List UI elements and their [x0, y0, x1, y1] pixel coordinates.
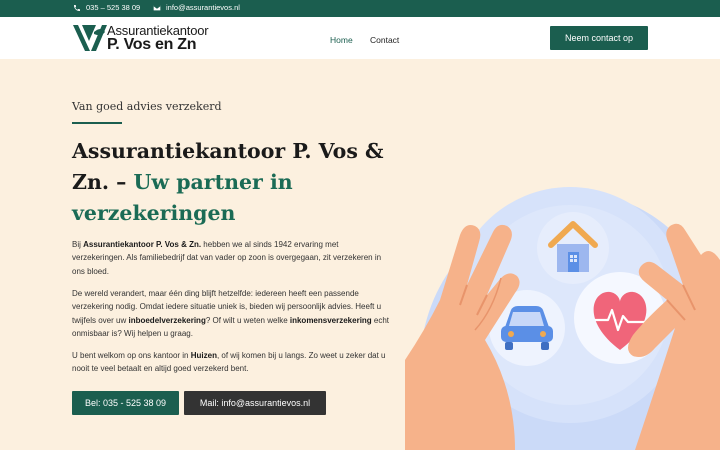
p3-bold-huizen: Huizen: [190, 351, 217, 360]
phone-icon: [74, 4, 80, 11]
hero-headline: Assurantiekantoor P. Vos & Zn. – Uw part…: [72, 136, 392, 229]
mail-icon: [153, 5, 161, 10]
call-button[interactable]: Bel: 035 - 525 38 09: [72, 391, 179, 415]
p2-bold-inkomen: inkomensverzekering: [289, 315, 372, 325]
p2-bold-inboedel: inboedelverzekering: [128, 315, 206, 325]
hands-illustration: [405, 187, 720, 450]
mail-button[interactable]: Mail: info@assurantievos.nl: [184, 391, 326, 415]
top-contact-bar: 035 – 525 38 09 info@assurantievos.nl: [0, 0, 720, 17]
p1-bold-company: Assurantiekantoor P. Vos & Zn.: [83, 240, 202, 249]
visit-paragraph: U bent welkom op ons kantoor in Huizen, …: [72, 349, 392, 376]
logo-line2: P. Vos en Zn: [107, 36, 197, 53]
nav-home[interactable]: Home: [330, 35, 353, 45]
site-header: Assurantiekantoor P. Vos en Zn Home Cont…: [0, 17, 720, 59]
logo[interactable]: Assurantiekantoor P. Vos en Zn: [72, 22, 222, 54]
nav-contact[interactable]: Contact: [370, 35, 399, 45]
contact-cta-button[interactable]: Neem contact op: [550, 26, 648, 50]
logo-mark-icon: [73, 25, 107, 51]
house-icon: [537, 212, 609, 284]
topbar-phone[interactable]: 035 – 525 38 09: [73, 3, 140, 12]
p3-text-a: U bent welkom op ons kantoor in: [72, 351, 191, 360]
topbar-email[interactable]: info@assurantievos.nl: [153, 3, 240, 12]
tagline-divider: [72, 122, 122, 124]
topbar-email-text: info@assurantievos.nl: [166, 3, 240, 12]
intro-paragraph: Bij Assurantiekantoor P. Vos & Zn. hebbe…: [72, 238, 392, 278]
p2-text-c: ? Of wilt u weten welke: [205, 315, 290, 325]
p1-text-a: Bij: [72, 240, 84, 249]
hero-tagline: Van goed advies verzekerd: [72, 100, 222, 113]
topbar-phone-text: 035 – 525 38 09: [86, 3, 141, 12]
advice-paragraph: De wereld verandert, maar één ding blijf…: [72, 287, 392, 341]
